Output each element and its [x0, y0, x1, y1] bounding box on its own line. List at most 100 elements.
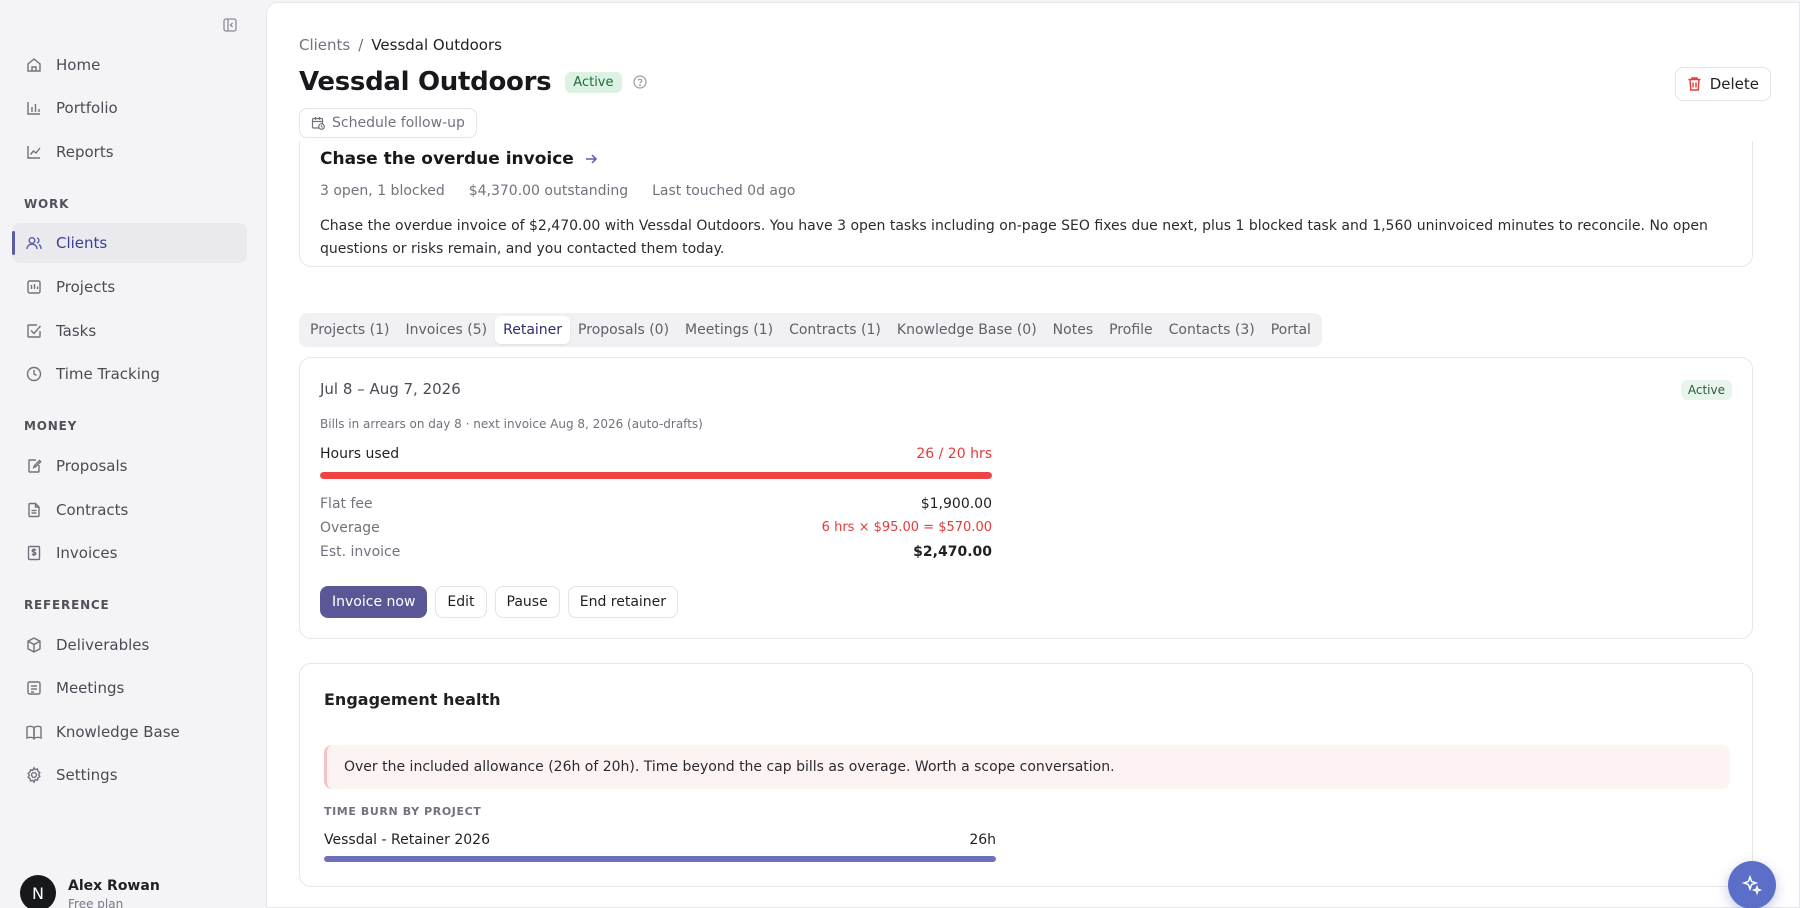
main-panel: Clients / Vessdal Outdoors Vessdal Outdo… [266, 2, 1800, 908]
client-tabs: Projects (1) Invoices (5) Retainer Propo… [299, 313, 1322, 347]
overage-value: 6 hrs × $95.00 = $570.00 [821, 520, 992, 535]
tab-invoices[interactable]: Invoices (5) [397, 316, 495, 344]
hours-progress-bar [320, 472, 992, 479]
next-action-title[interactable]: Chase the overdue invoice [320, 149, 598, 169]
flat-fee-value: $1,900.00 [920, 496, 992, 512]
hours-used-row: Hours used 26 / 20 hrs [320, 446, 992, 462]
schedule-followup-button[interactable]: Schedule follow-up [299, 108, 477, 138]
user-profile[interactable]: N Alex Rowan Free plan [20, 875, 160, 908]
gear-icon [24, 765, 44, 785]
time-burn-hours: 26h [969, 832, 996, 848]
sparkle-icon [1741, 874, 1763, 896]
sidebar-item-reports[interactable]: Reports [12, 132, 247, 172]
sidebar-item-home[interactable]: Home [12, 45, 247, 85]
sidebar-item-label: Proposals [56, 457, 128, 475]
meetings-icon [24, 678, 44, 698]
tab-contracts[interactable]: Contracts (1) [781, 316, 889, 344]
delete-label: Delete [1709, 75, 1759, 93]
sidebar-item-settings[interactable]: Settings [12, 755, 247, 795]
sidebar-item-clients[interactable]: Clients [12, 223, 247, 263]
projects-icon [24, 277, 44, 297]
time-burn-label: TIME BURN BY PROJECT [324, 805, 482, 818]
box-icon [24, 635, 44, 655]
avatar: N [20, 875, 56, 908]
sidebar-item-label: Reports [56, 143, 114, 161]
bar-chart-icon [24, 98, 44, 118]
tab-projects[interactable]: Projects (1) [302, 316, 397, 344]
calendar-clock-icon [311, 116, 325, 130]
breadcrumb-clients[interactable]: Clients [299, 36, 350, 54]
est-invoice-label: Est. invoice [320, 544, 401, 560]
next-action-card: Chase the overdue invoice 3 open, 1 bloc… [299, 141, 1753, 267]
sidebar-item-label: Contracts [56, 501, 129, 519]
retainer-period: Jul 8 – Aug 7, 2026 [320, 380, 461, 398]
next-action-title-text: Chase the overdue invoice [320, 149, 574, 169]
time-burn-project: Vessdal - Retainer 2026 [324, 832, 490, 848]
tab-contacts[interactable]: Contacts (3) [1161, 316, 1263, 344]
tab-knowledge-base[interactable]: Knowledge Base (0) [889, 316, 1045, 344]
delete-button[interactable]: Delete [1674, 67, 1771, 101]
sidebar-item-knowledge-base[interactable]: Knowledge Base [12, 712, 247, 752]
breadcrumb: Clients / Vessdal Outdoors [299, 36, 502, 54]
sidebar-item-label: Clients [56, 234, 108, 252]
meta-outstanding: $4,370.00 outstanding [468, 183, 629, 199]
engagement-health-card: Engagement health Over the included allo… [299, 663, 1753, 887]
meta-last-touched: Last touched 0d ago [652, 183, 796, 199]
invoice-now-button[interactable]: Invoice now [320, 586, 428, 618]
sidebar-item-label: Settings [56, 766, 118, 784]
sidebar-item-label: Time Tracking [56, 365, 160, 383]
sidebar-item-proposals[interactable]: Proposals [12, 446, 247, 486]
tab-meetings[interactable]: Meetings (1) [677, 316, 781, 344]
help-circle-icon[interactable] [632, 74, 648, 90]
meta-open-tasks: 3 open, 1 blocked [320, 183, 445, 199]
tab-profile[interactable]: Profile [1101, 316, 1161, 344]
sidebar-item-projects[interactable]: Projects [12, 267, 247, 307]
invoice-icon [24, 543, 44, 563]
hours-progress-fill [320, 472, 992, 479]
sidebar-item-label: Portfolio [56, 99, 118, 117]
sidebar-item-deliverables[interactable]: Deliverables [12, 625, 247, 665]
time-burn-bar [324, 856, 996, 862]
sidebar-item-tasks[interactable]: Tasks [12, 311, 247, 351]
sidebar-item-label: Deliverables [56, 636, 150, 654]
tab-proposals[interactable]: Proposals (0) [570, 316, 677, 344]
engagement-health-title: Engagement health [324, 690, 501, 709]
sidebar-collapse-icon[interactable] [221, 16, 239, 34]
tab-notes[interactable]: Notes [1045, 316, 1101, 344]
arrow-right-icon [584, 152, 598, 166]
hours-used-label: Hours used [320, 446, 400, 462]
est-invoice-row: Est. invoice $2,470.00 [320, 544, 992, 560]
time-burn-fill [324, 856, 996, 862]
edit-button[interactable]: Edit [435, 586, 487, 618]
assistant-button[interactable] [1728, 861, 1776, 908]
sidebar-item-time-tracking[interactable]: Time Tracking [12, 354, 247, 394]
next-action-description: Chase the overdue invoice of $2,470.00 w… [320, 218, 1708, 257]
sidebar-item-meetings[interactable]: Meetings [12, 668, 247, 708]
tab-retainer[interactable]: Retainer [495, 316, 571, 344]
proposal-icon [24, 456, 44, 476]
next-action-meta: 3 open, 1 blocked $4,370.00 outstanding … [320, 183, 795, 199]
billing-note: Bills in arrears on day 8 · next invoice… [320, 417, 703, 431]
line-chart-icon [24, 142, 44, 162]
tab-portal[interactable]: Portal [1263, 316, 1319, 344]
checkbox-icon [24, 321, 44, 341]
sidebar-item-portfolio[interactable]: Portfolio [12, 88, 247, 128]
sidebar-item-label: Tasks [56, 322, 97, 340]
status-badge: Active [565, 71, 622, 93]
nav-section-money: MONEY [24, 419, 78, 433]
est-invoice-value: $2,470.00 [913, 544, 992, 560]
nav-section-work: WORK [24, 197, 70, 211]
home-icon [24, 55, 44, 75]
pause-button[interactable]: Pause [494, 586, 560, 618]
schedule-followup-label: Schedule follow-up [332, 115, 465, 131]
contract-icon [24, 500, 44, 520]
retainer-status-badge: Active [1680, 380, 1732, 400]
sidebar: Home Portfolio Reports WORK Clients Proj… [0, 0, 264, 908]
retainer-actions: Invoice now Edit Pause End retainer [320, 586, 679, 618]
sidebar-item-label: Knowledge Base [56, 723, 180, 741]
flat-fee-label: Flat fee [320, 496, 373, 512]
end-retainer-button[interactable]: End retainer [567, 586, 679, 618]
sidebar-item-label: Home [56, 56, 101, 74]
sidebar-item-invoices[interactable]: Invoices [12, 533, 247, 573]
sidebar-item-contracts[interactable]: Contracts [12, 490, 247, 530]
